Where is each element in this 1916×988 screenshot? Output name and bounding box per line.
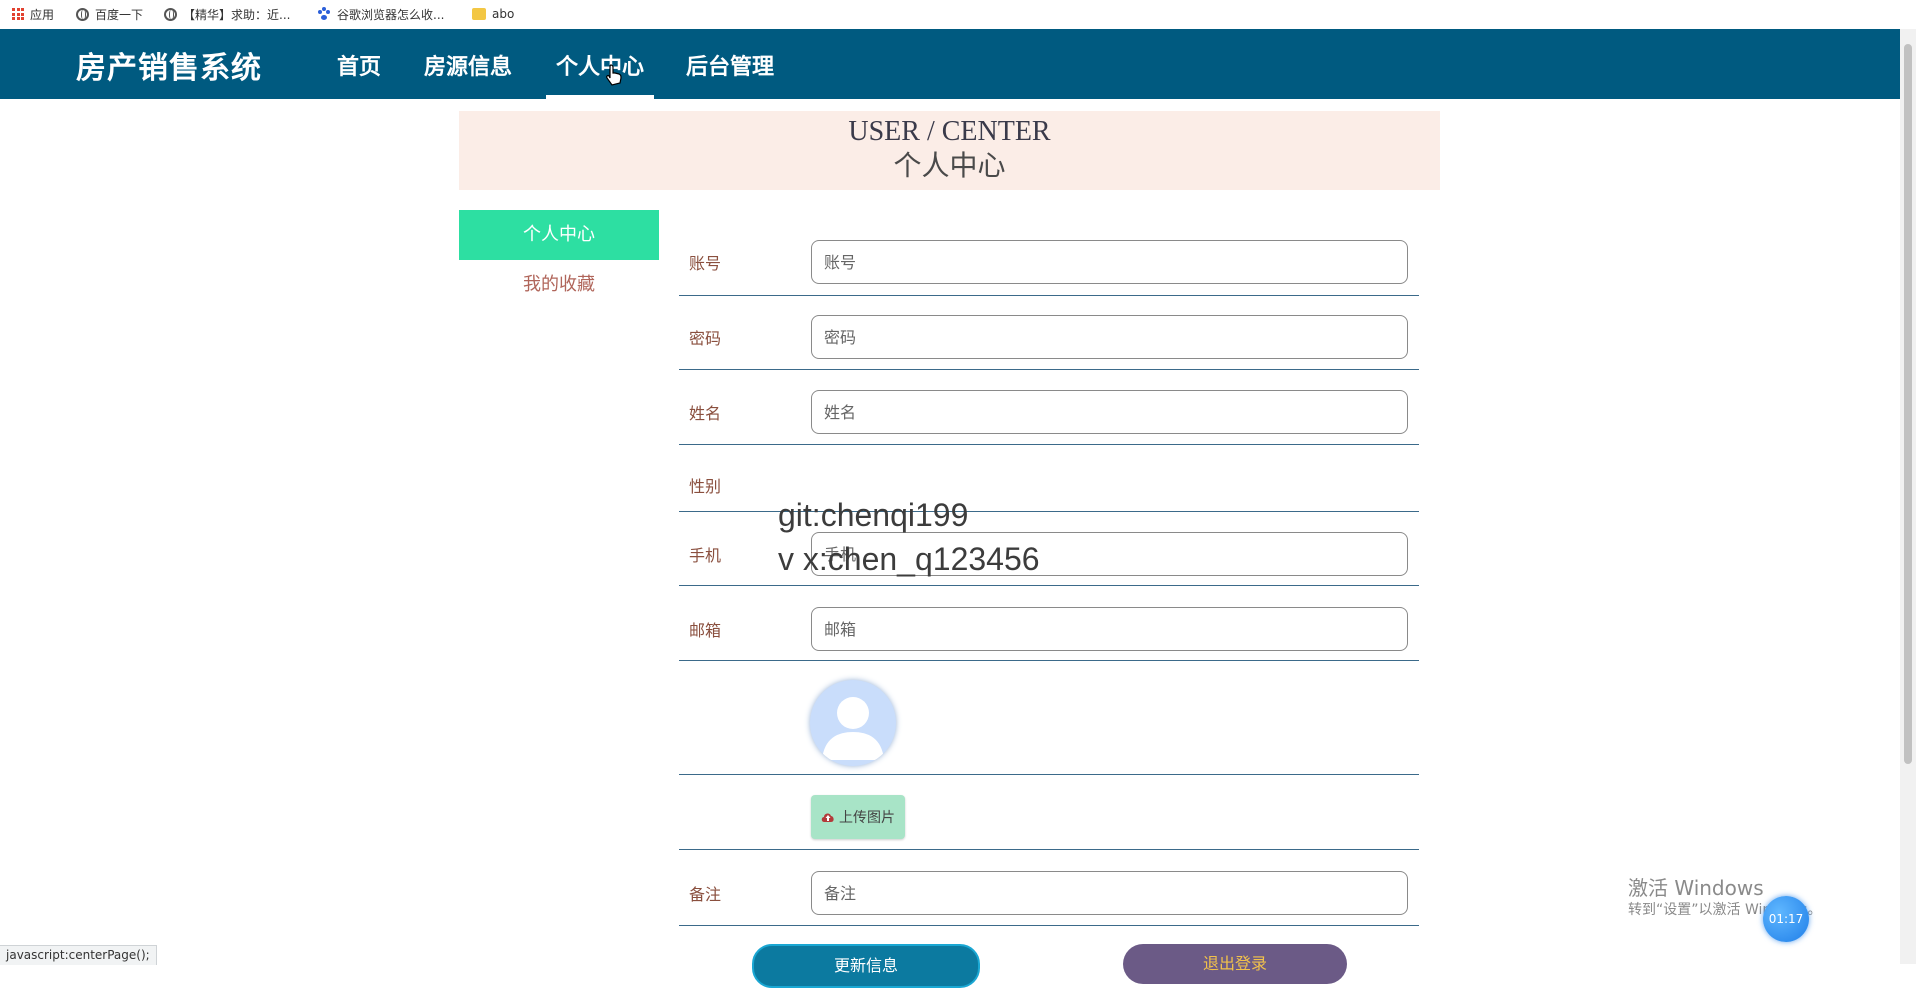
- bookmark-help[interactable]: 【精华】求助：近...: [164, 5, 290, 23]
- banner-title-cn: 个人中心: [893, 149, 1006, 182]
- phone-label: 手机: [689, 546, 722, 565]
- password-label: 密码: [689, 329, 722, 348]
- upload-label: 上传图片: [839, 810, 895, 826]
- remark-label: 备注: [689, 885, 722, 904]
- recording-timer-badge[interactable]: 01:17: [1763, 896, 1809, 942]
- nav-item-admin[interactable]: 后台管理: [686, 49, 774, 81]
- nav-item-user-center[interactable]: 个人中心: [556, 49, 644, 81]
- folder-icon: [472, 8, 486, 20]
- bookmarks-bar: 应用 百度一下 【精华】求助：近... 谷歌浏览器怎么收... abo: [0, 0, 1916, 30]
- bookmark-chrome[interactable]: 谷歌浏览器怎么收...: [317, 5, 444, 23]
- baidu-paw-icon: [317, 7, 331, 21]
- name-input[interactable]: [811, 390, 1408, 434]
- status-url-bar: javascript:centerPage();: [0, 945, 157, 965]
- bookmark-label: abo: [492, 7, 515, 21]
- sidebar-item-user-center[interactable]: 个人中心: [459, 210, 659, 260]
- remark-input[interactable]: [811, 871, 1408, 915]
- hand-cursor-icon: [606, 64, 622, 86]
- sidebar-item-favorites[interactable]: 我的收藏: [459, 270, 659, 296]
- form-row-email: 邮箱: [679, 586, 1419, 661]
- active-tab-indicator: [546, 95, 654, 99]
- nav-item-listings[interactable]: 房源信息: [424, 49, 512, 81]
- form-row-avatar: [679, 661, 1419, 775]
- email-input[interactable]: [811, 607, 1408, 651]
- email-label: 邮箱: [689, 621, 722, 640]
- avatar: [810, 680, 896, 766]
- form-row-upload: [679, 775, 1419, 850]
- bookmark-label: 百度一下: [95, 7, 144, 22]
- password-input[interactable]: [811, 315, 1408, 359]
- form-row-remark: 备注: [679, 850, 1419, 926]
- upload-image-button[interactable]: 上传图片: [811, 795, 905, 839]
- form-row-name: 姓名: [679, 370, 1419, 445]
- account-label: 账号: [689, 254, 722, 273]
- top-navbar: 房产销售系统 首页 房源信息 个人中心 后台管理: [0, 29, 1900, 99]
- apps-grid-icon: [12, 8, 24, 20]
- bookmark-apps[interactable]: 应用: [12, 5, 54, 23]
- globe-icon: [164, 7, 177, 21]
- logout-button[interactable]: 退出登录: [1123, 944, 1347, 984]
- user-silhouette-icon: [822, 697, 884, 760]
- form-row-password: 密码: [679, 296, 1419, 370]
- globe-icon: [76, 7, 89, 21]
- bookmark-label: 【精华】求助：近...: [183, 7, 291, 22]
- site-title: 房产销售系统: [76, 51, 262, 86]
- banner-title-en: USER / CENTER: [848, 116, 1051, 147]
- page-banner: USER / CENTER 个人中心: [459, 111, 1440, 190]
- gender-label: 性别: [689, 477, 722, 496]
- update-info-button[interactable]: 更新信息: [752, 944, 980, 988]
- watermark-line-1: git:chenqi199: [778, 497, 969, 533]
- bookmark-abo[interactable]: abo: [472, 5, 514, 23]
- account-input[interactable]: [811, 240, 1408, 284]
- activate-windows-title: 激活 Windows: [1628, 876, 1764, 900]
- name-label: 姓名: [689, 404, 722, 423]
- bookmark-label: 谷歌浏览器怎么收...: [337, 7, 445, 22]
- nav-item-home[interactable]: 首页: [337, 49, 381, 81]
- bookmark-label: 应用: [30, 7, 55, 22]
- scrollbar-thumb[interactable]: [1904, 44, 1912, 764]
- watermark-line-2: v x:chen_q123456: [778, 541, 1040, 577]
- cloud-upload-icon: [821, 813, 834, 822]
- form-row-account: 账号: [679, 230, 1419, 296]
- bookmark-baidu[interactable]: 百度一下: [76, 5, 143, 23]
